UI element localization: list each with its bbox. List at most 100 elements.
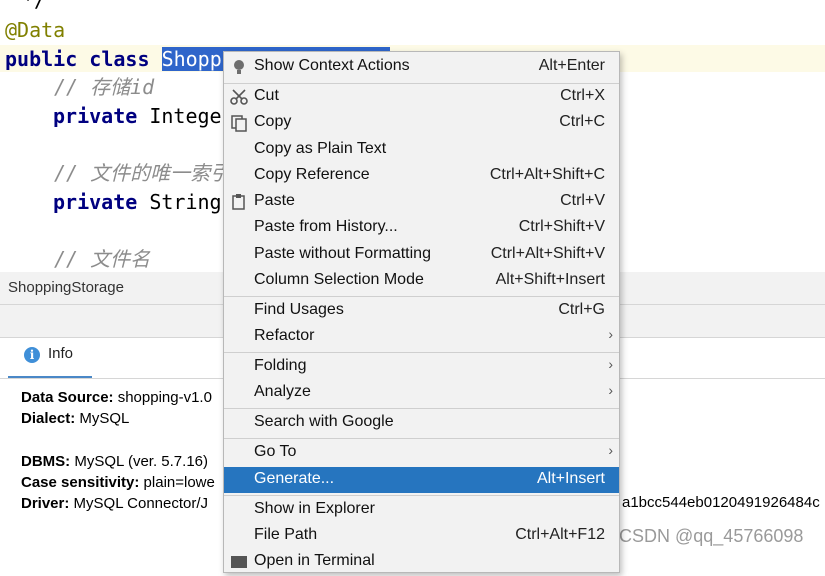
terminal-icon [230, 553, 248, 571]
info-label: Dialect: [21, 410, 76, 427]
keyword-private: private [53, 190, 138, 214]
info-data-source: Data Source: shopping-v1.0 [21, 389, 212, 406]
lightbulb-icon [230, 58, 248, 76]
submenu-arrow-icon: › [608, 442, 613, 458]
menu-separator [224, 438, 619, 439]
comment-text: */ [22, 0, 47, 12]
panel-title: ShoppingStorage [8, 279, 124, 296]
menu-item-label: Search with Google [254, 413, 394, 430]
menu-item-label: Paste without Formatting [254, 245, 431, 262]
code-line-comment-2: // 文件的唯一索引 [54, 160, 230, 186]
menu-item-label: Copy [254, 113, 292, 130]
code-line-comment-1: // 存储id [54, 74, 154, 100]
menu-separator [224, 495, 619, 496]
info-value: plain=lowe [139, 474, 215, 491]
info-case-sensitivity: Case sensitivity: plain=lowe [21, 474, 215, 491]
info-icon: i [24, 347, 40, 363]
menu-separator [224, 352, 619, 353]
menu-item-shortcut: Alt+Insert [536, 470, 605, 487]
menu-item-paste-from-history[interactable]: Paste from History... Ctrl+Shift+V [224, 215, 619, 241]
annotation-text: @Data [5, 18, 66, 42]
menu-item-label: Refactor [254, 327, 315, 344]
info-label: DBMS: [21, 453, 71, 470]
menu-item-cut[interactable]: Cut Ctrl+X [224, 84, 619, 110]
info-value: MySQL [75, 410, 130, 427]
menu-item-label: Show Context Actions [254, 57, 410, 74]
menu-item-copy-reference[interactable]: Copy Reference Ctrl+Alt+Shift+C [224, 163, 619, 189]
comment-text: // 存储id [54, 75, 155, 99]
menu-item-file-path[interactable]: File Path Ctrl+Alt+F12 [224, 523, 619, 549]
menu-separator [224, 408, 619, 409]
menu-item-shortcut: Ctrl+Alt+F12 [515, 526, 605, 543]
submenu-arrow-icon: › [608, 326, 613, 342]
menu-item-open-in-terminal[interactable]: Open in Terminal [224, 549, 619, 575]
menu-item-label: Generate... [254, 470, 335, 487]
info-driver: Driver: MySQL Connector/J [21, 495, 208, 512]
info-value: MySQL Connector/J [69, 495, 209, 512]
menu-item-label: Find Usages [254, 301, 344, 318]
watermark: CSDN @qq_45766098 [619, 526, 804, 546]
menu-item-go-to[interactable]: Go To › [224, 440, 619, 466]
type-name: String [149, 190, 222, 214]
info-label: Data Source: [21, 389, 114, 406]
driver-hash-fragment: a1bcc544eb0120491926484c [622, 494, 820, 511]
menu-item-folding[interactable]: Folding › [224, 354, 619, 380]
menu-item-show-context-actions[interactable]: Show Context Actions Alt+Enter [224, 54, 619, 80]
menu-item-paste-without-formatting[interactable]: Paste without Formatting Ctrl+Alt+Shift+… [224, 242, 619, 268]
keyword-class: class [89, 47, 150, 71]
menu-item-generate[interactable]: Generate... Alt+Insert [224, 467, 619, 493]
menu-item-paste[interactable]: Paste Ctrl+V [224, 189, 619, 215]
menu-item-copy-plain-text[interactable]: Copy as Plain Text [224, 137, 619, 163]
code-line-annotation: @Data [5, 17, 65, 43]
menu-item-label: Go To [254, 443, 297, 460]
menu-item-label: Open in Terminal [254, 552, 375, 569]
keyword-private: private [53, 104, 138, 128]
menu-item-refactor[interactable]: Refactor › [224, 324, 619, 350]
comment-text: // 文件的唯一索引 [54, 161, 231, 185]
info-label: Driver: [21, 495, 70, 512]
menu-item-column-selection-mode[interactable]: Column Selection Mode Alt+Shift+Insert [224, 268, 619, 294]
class-name-text: Shopp [161, 47, 222, 71]
info-dialect: Dialect: MySQL [21, 410, 129, 427]
menu-separator [224, 296, 619, 297]
menu-item-shortcut: Ctrl+Alt+Shift+C [489, 166, 605, 183]
clipboard-icon [230, 193, 248, 211]
copy-icon [230, 114, 248, 132]
info-value: shopping-v1.0 [113, 389, 212, 406]
menu-item-label: Cut [254, 87, 279, 104]
menu-item-shortcut: Alt+Enter [538, 57, 605, 74]
tab-info[interactable]: i Info [8, 338, 92, 379]
scissors-icon [230, 88, 248, 106]
info-dbms: DBMS: MySQL (ver. 5.7.16) [21, 453, 208, 470]
menu-item-label: Paste [254, 192, 295, 209]
tab-info-label: Info [48, 345, 74, 362]
code-line-field-1: private Intege [53, 103, 222, 129]
menu-item-copy[interactable]: Copy Ctrl+C [224, 110, 619, 136]
menu-item-label: Analyze [254, 383, 311, 400]
menu-item-search-with-google[interactable]: Search with Google [224, 410, 619, 436]
code-line-field-2: private String [53, 189, 222, 215]
keyword-public: public [5, 47, 78, 71]
menu-item-label: Copy as Plain Text [254, 140, 387, 157]
menu-item-label: Copy Reference [254, 166, 370, 183]
menu-item-shortcut: Ctrl+Alt+Shift+V [490, 245, 605, 262]
menu-item-find-usages[interactable]: Find Usages Ctrl+G [224, 298, 619, 324]
menu-item-shortcut: Ctrl+Shift+V [518, 218, 605, 235]
menu-item-label: File Path [254, 526, 318, 543]
menu-item-shortcut: Ctrl+V [560, 192, 605, 209]
menu-item-shortcut: Alt+Shift+Insert [495, 271, 605, 288]
menu-item-shortcut: Ctrl+X [560, 87, 605, 104]
code-line-comment-3: // 文件名 [54, 246, 150, 272]
menu-item-label: Show in Explorer [254, 500, 375, 517]
menu-item-shortcut: Ctrl+G [558, 301, 605, 318]
submenu-arrow-icon: › [608, 356, 613, 372]
submenu-arrow-icon: › [608, 382, 613, 398]
menu-item-label: Paste from History... [254, 218, 398, 235]
menu-item-shortcut: Ctrl+C [559, 113, 605, 130]
menu-item-show-in-explorer[interactable]: Show in Explorer [224, 497, 619, 523]
info-value: MySQL (ver. 5.7.16) [70, 453, 208, 470]
type-name: Intege [149, 104, 222, 128]
code-line-comment-end: */ [22, 0, 46, 13]
menu-item-analyze[interactable]: Analyze › [224, 380, 619, 406]
info-label: Case sensitivity: [21, 474, 140, 491]
